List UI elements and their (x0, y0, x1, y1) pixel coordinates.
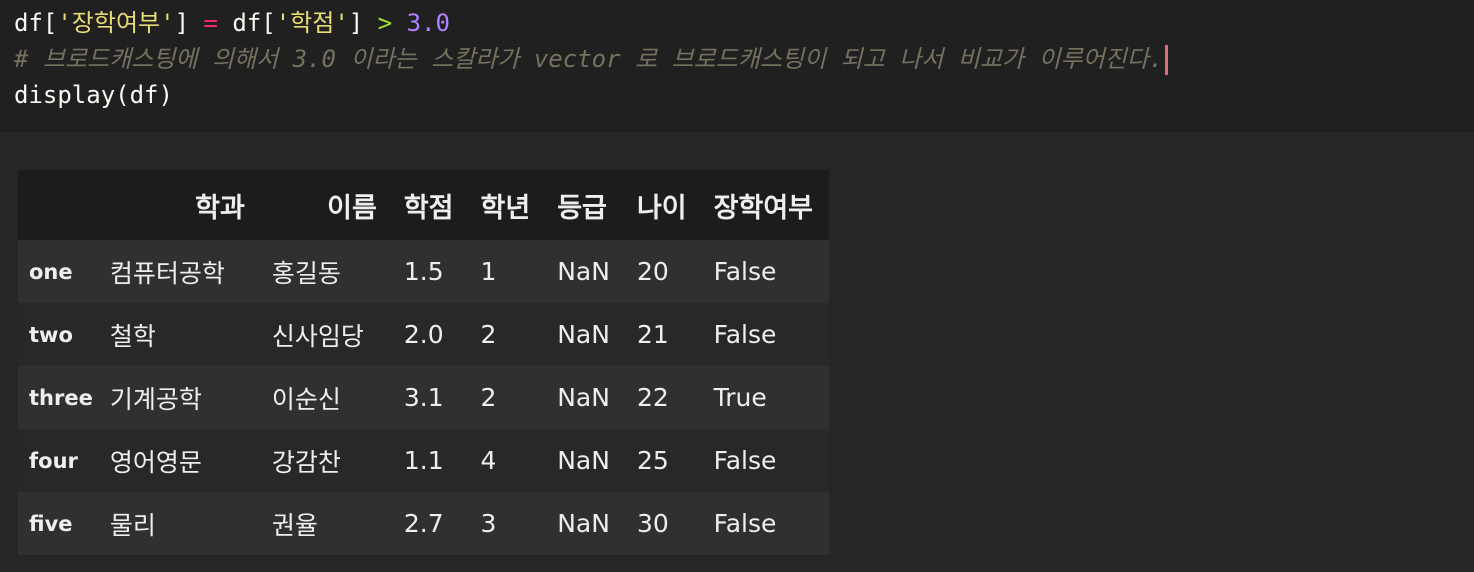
row-index: five (29, 511, 73, 536)
cell-scholarship: True (713, 383, 767, 412)
cell-major: 철학 (109, 321, 156, 351)
cell-grade-point: 1.1 (403, 446, 444, 475)
cell-year: 2 (480, 383, 497, 412)
code-token: display(df) (14, 81, 173, 109)
table-row: three 기계공학 이순신 3.1 2 NaN 22 True (18, 366, 830, 429)
cell-rank: NaN (557, 257, 610, 286)
cell-major: 물리 (109, 510, 156, 540)
header-grade-point: 학점 (403, 192, 454, 224)
cell-major: 기계공학 (109, 384, 202, 414)
cell-name: 권율 (271, 510, 318, 540)
cell-scholarship: False (713, 446, 777, 475)
cell-scholarship: False (713, 257, 777, 286)
table-row: four 영어영문 강감찬 1.1 4 NaN 25 False (18, 429, 830, 492)
header-rank: 등급 (557, 192, 607, 224)
code-token: df[ (14, 9, 58, 37)
row-index: four (29, 448, 78, 473)
cell-grade-point: 1.5 (403, 257, 444, 286)
table-row: two 철학 신사임당 2.0 2 NaN 21 False (18, 303, 830, 366)
cell-rank: NaN (557, 446, 610, 475)
cell-year: 1 (480, 257, 497, 286)
table-row: one 컴퓨터공학 홍길동 1.5 1 NaN 20 False (18, 240, 830, 303)
cell-age: 30 (636, 509, 669, 538)
table-header-row: 학과 이름 학점 학년 등급 나이 장학여부 (18, 170, 830, 240)
code-comment: # 브로드캐스팅에 의해서 3.0 이라는 스칼라가 vector 로 브로드캐… (14, 45, 1164, 73)
code-token: ] (174, 9, 204, 37)
row-index: three (29, 385, 93, 410)
header-name: 이름 (327, 192, 377, 224)
code-operator: = (203, 9, 218, 37)
cell-major: 컴퓨터공학 (109, 258, 225, 288)
header-year: 학년 (480, 192, 531, 224)
code-number: 3.0 (406, 9, 450, 37)
cell-grade-point: 2.0 (403, 320, 444, 349)
cell-age: 21 (636, 320, 669, 349)
cell-name: 홍길동 (271, 258, 341, 288)
code-string: '학점' (275, 9, 349, 37)
code-cell[interactable]: df['장학여부'] = df['학점'] > 3.0 # 브로드캐스팅에 의해… (0, 0, 1474, 132)
row-index: one (29, 259, 73, 284)
output-area: 학과 이름 학점 학년 등급 나이 장학여부 one 컴퓨터공학 홍길동 1.5… (0, 132, 1474, 572)
header-index (18, 170, 99, 240)
cell-name: 강감찬 (271, 447, 341, 477)
cell-year: 3 (480, 509, 497, 538)
code-token: df[ (217, 9, 276, 37)
code-token: ] (348, 9, 378, 37)
cell-rank: NaN (557, 383, 610, 412)
cell-age: 22 (636, 383, 669, 412)
text-cursor (1165, 45, 1169, 75)
cell-year: 2 (480, 320, 497, 349)
row-index: two (29, 322, 73, 347)
cell-age: 25 (636, 446, 669, 475)
cell-grade-point: 3.1 (403, 383, 444, 412)
code-string: '장학여부' (57, 9, 175, 37)
cell-age: 20 (636, 257, 669, 286)
cell-grade-point: 2.7 (403, 509, 444, 538)
dataframe-table: 학과 이름 학점 학년 등급 나이 장학여부 one 컴퓨터공학 홍길동 1.5… (18, 170, 830, 555)
header-age: 나이 (636, 192, 687, 224)
table-row: five 물리 권율 2.7 3 NaN 30 False (18, 492, 830, 555)
cell-scholarship: False (713, 509, 777, 538)
header-scholarship: 장학여부 (713, 192, 814, 224)
cell-rank: NaN (557, 320, 610, 349)
code-line-2: # 브로드캐스팅에 의해서 3.0 이라는 스칼라가 vector 로 브로드캐… (14, 41, 1474, 77)
code-line-1: df['장학여부'] = df['학점'] > 3.0 (14, 5, 1474, 41)
cell-name: 신사임당 (271, 321, 364, 351)
code-operator: > (377, 9, 393, 37)
cell-year: 4 (480, 446, 497, 475)
cell-name: 이순신 (271, 384, 341, 414)
cell-rank: NaN (557, 509, 610, 538)
cell-scholarship: False (713, 320, 777, 349)
cell-major: 영어영문 (109, 447, 202, 477)
header-major: 학과 (195, 192, 245, 224)
code-line-3: display(df) (14, 77, 1474, 113)
